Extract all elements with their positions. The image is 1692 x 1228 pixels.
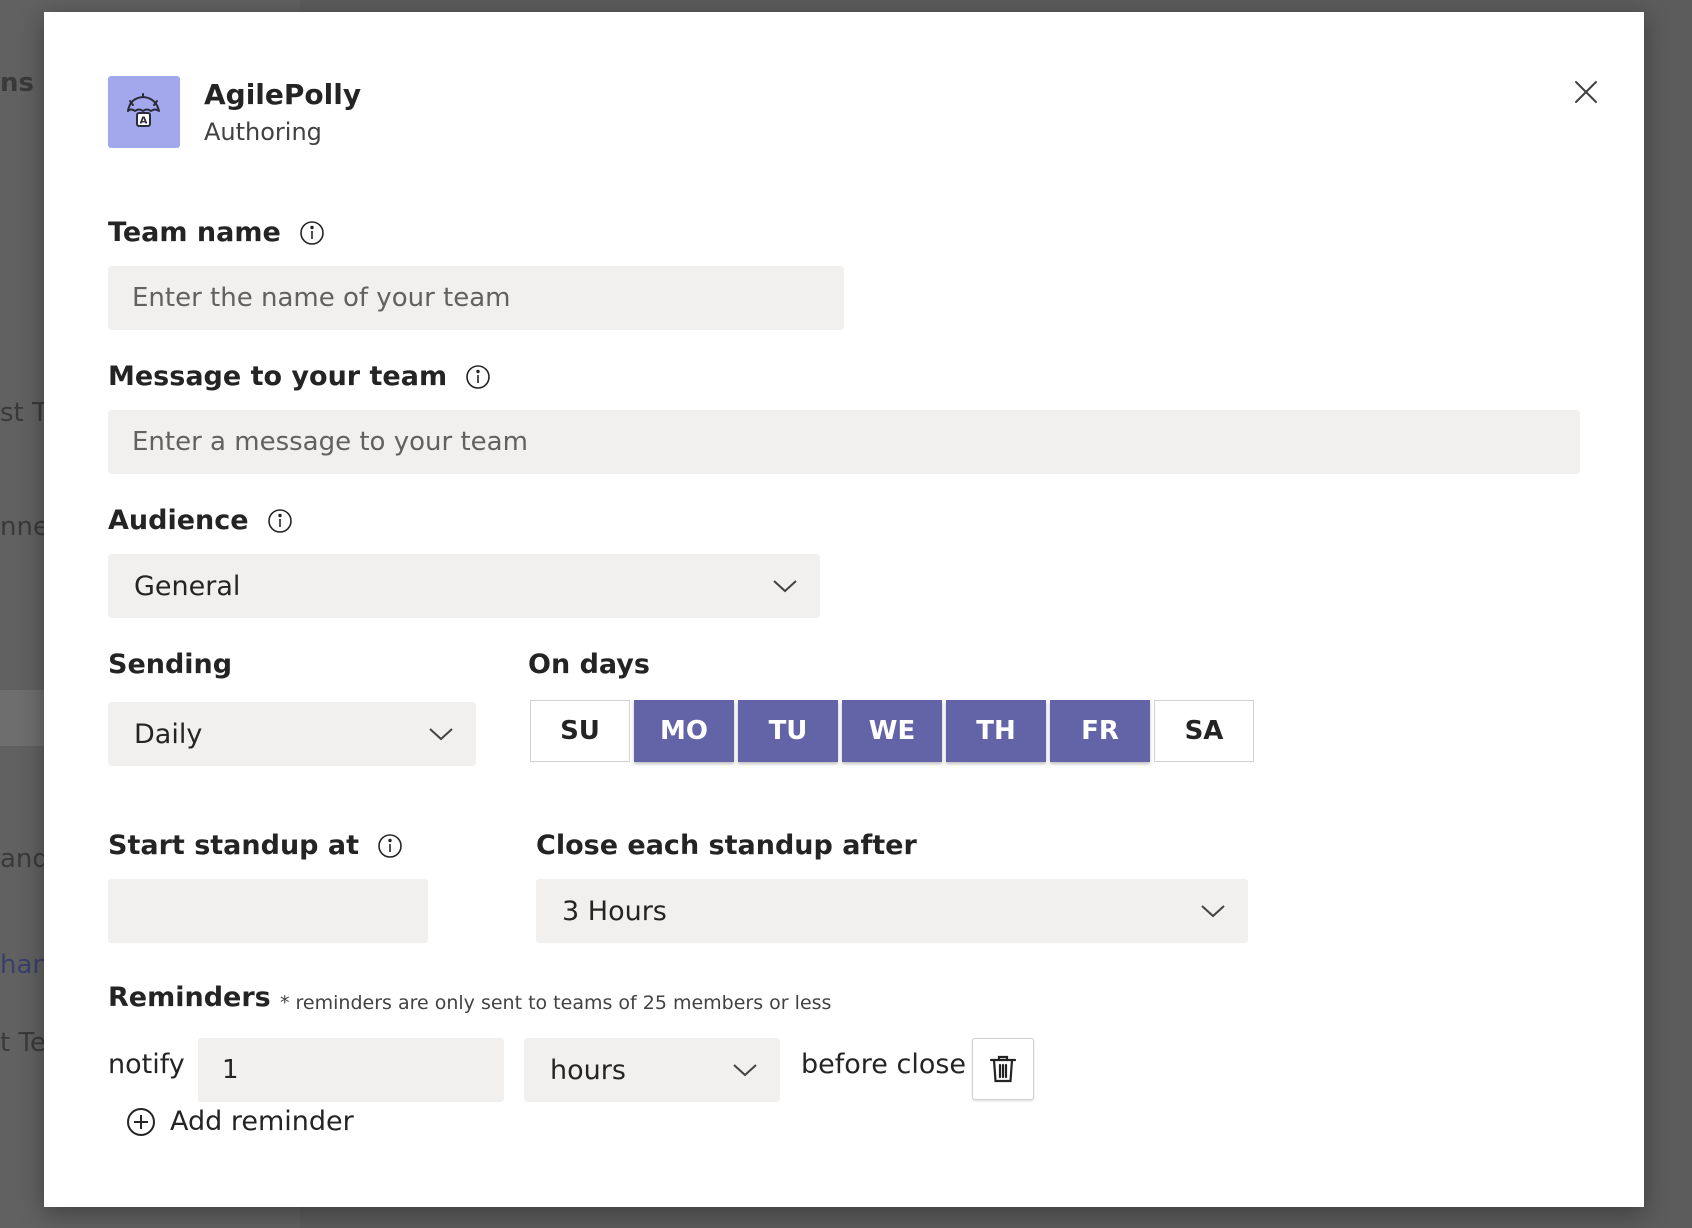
close-button[interactable] — [1566, 72, 1606, 112]
authoring-dialog: A AgilePolly Authoring Team name Message… — [44, 12, 1644, 1207]
add-reminder-button[interactable]: Add reminder — [126, 1106, 354, 1137]
info-icon[interactable] — [465, 364, 491, 390]
background-selected-row — [0, 690, 44, 746]
day-toggle-su[interactable]: SU — [530, 700, 630, 762]
close-icon — [1574, 80, 1598, 104]
audience-label: Audience — [108, 505, 293, 536]
start-standup-field[interactable] — [108, 879, 428, 943]
day-toggle-fr[interactable]: FR — [1050, 700, 1150, 762]
start-standup-input[interactable] — [108, 879, 428, 943]
team-name-label-text: Team name — [108, 217, 281, 248]
team-name-input[interactable] — [108, 266, 844, 330]
message-label-text: Message to your team — [108, 361, 448, 392]
close-after-value: 3 Hours — [562, 895, 667, 927]
reminder-amount-input[interactable] — [198, 1038, 504, 1102]
close-after-dropdown[interactable]: 3 Hours — [536, 879, 1248, 943]
info-icon[interactable] — [299, 220, 325, 246]
day-toggle-mo[interactable]: MO — [634, 700, 734, 762]
info-icon[interactable] — [377, 833, 403, 859]
chevron-down-icon — [1200, 903, 1226, 919]
app-logo: A — [108, 76, 180, 148]
start-standup-label: Start standup at — [108, 830, 403, 861]
add-reminder-label: Add reminder — [170, 1106, 354, 1137]
before-close-label: before close — [801, 1049, 967, 1080]
sending-label-text: Sending — [108, 649, 233, 680]
reminders-label-text: Reminders — [108, 982, 271, 1013]
background-text: nne — [0, 512, 49, 542]
chevron-down-icon — [772, 578, 798, 594]
app-name: AgilePolly — [204, 78, 362, 111]
umbrella-robot-icon: A — [123, 91, 165, 133]
sending-value: Daily — [134, 718, 203, 750]
on-days-label-text: On days — [528, 649, 650, 680]
start-standup-label-text: Start standup at — [108, 830, 360, 861]
reminders-note: * reminders are only sent to teams of 25… — [280, 992, 832, 1014]
chevron-down-icon — [732, 1062, 758, 1078]
reminder-unit-dropdown[interactable]: hours — [524, 1038, 780, 1102]
audience-dropdown[interactable]: General — [108, 554, 820, 618]
app-subtitle: Authoring — [204, 118, 322, 146]
notify-label: notify — [108, 1049, 185, 1080]
background-text: t Te — [0, 1028, 46, 1058]
day-toggle-tu[interactable]: TU — [738, 700, 838, 762]
sending-label: Sending — [108, 649, 232, 680]
reminders-label: Reminders — [108, 982, 271, 1013]
audience-label-text: Audience — [108, 505, 249, 536]
info-icon[interactable] — [267, 508, 293, 534]
audience-value: General — [134, 570, 241, 602]
close-after-label: Close each standup after — [536, 830, 917, 861]
reminder-unit-value: hours — [550, 1054, 626, 1086]
sending-dropdown[interactable]: Daily — [108, 702, 476, 766]
message-label: Message to your team — [108, 361, 491, 392]
message-input[interactable] — [108, 410, 1580, 474]
add-circle-icon — [126, 1107, 156, 1137]
day-toggle-th[interactable]: TH — [946, 700, 1046, 762]
message-field[interactable] — [108, 410, 1580, 474]
close-after-label-text: Close each standup after — [536, 830, 917, 861]
background-text: and — [0, 844, 49, 874]
day-picker: SU MO TU WE TH FR SA — [530, 700, 1258, 762]
day-toggle-we[interactable]: WE — [842, 700, 942, 762]
reminder-amount-field[interactable] — [198, 1038, 504, 1102]
trash-icon — [989, 1054, 1017, 1084]
chevron-down-icon — [428, 726, 454, 742]
delete-reminder-button[interactable] — [972, 1038, 1034, 1100]
team-name-label: Team name — [108, 217, 325, 248]
team-name-field[interactable] — [108, 266, 844, 330]
on-days-label: On days — [528, 649, 650, 680]
day-toggle-sa[interactable]: SA — [1154, 700, 1254, 762]
svg-text:A: A — [140, 116, 148, 127]
